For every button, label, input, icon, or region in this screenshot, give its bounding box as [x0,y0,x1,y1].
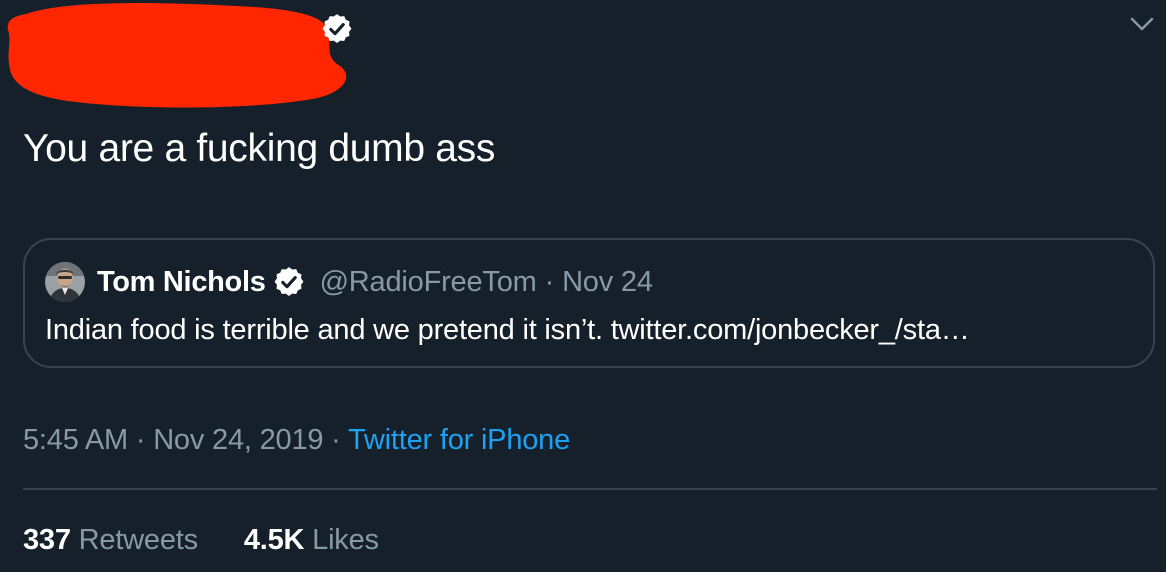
quoted-tweet-card[interactable]: Tom Nichols @RadioFreeTom · Nov 24 India… [23,238,1155,368]
chevron-down-icon[interactable] [1128,12,1156,36]
tweet-metadata: 5:45 AM · Nov 24, 2019 · Twitter for iPh… [23,420,570,460]
quoted-author-name[interactable]: Tom Nichols [97,266,266,299]
likes-label: Likes [312,524,379,556]
likes-count: 4.5K [243,524,305,556]
redacted-author-name [7,3,347,108]
tweet-date[interactable]: Nov 24, 2019 [153,424,323,456]
quoted-author-handle[interactable]: @RadioFreeTom [320,266,537,299]
tweet-source-link[interactable]: Twitter for iPhone [348,424,570,456]
quoted-tweet-header: Tom Nichols @RadioFreeTom · Nov 24 [97,262,653,302]
verified-badge-icon [322,14,352,44]
retweets-count: 337 [23,524,71,556]
quoted-tweet-date[interactable]: Nov 24 [562,266,653,299]
divider [23,488,1157,490]
tweet-text: You are a fucking dumb ass [23,127,496,170]
separator-dot: · [544,265,555,298]
retweets-label: Retweets [78,524,198,556]
retweets-stat[interactable]: 337 Retweets [23,520,198,560]
avatar[interactable] [45,262,85,302]
tweet-time[interactable]: 5:45 AM [23,424,128,456]
separator-dot: · [135,424,146,456]
quoted-tweet-text: Indian food is terrible and we pretend i… [45,314,970,346]
engagement-stats: 337 Retweets 4.5K Likes [23,520,379,560]
separator-dot: · [331,424,341,456]
likes-stat[interactable]: 4.5K Likes [244,520,379,560]
verified-badge-icon [274,267,304,297]
tweet-detail: You are a fucking dumb ass Tom Nichols @… [0,0,1166,572]
